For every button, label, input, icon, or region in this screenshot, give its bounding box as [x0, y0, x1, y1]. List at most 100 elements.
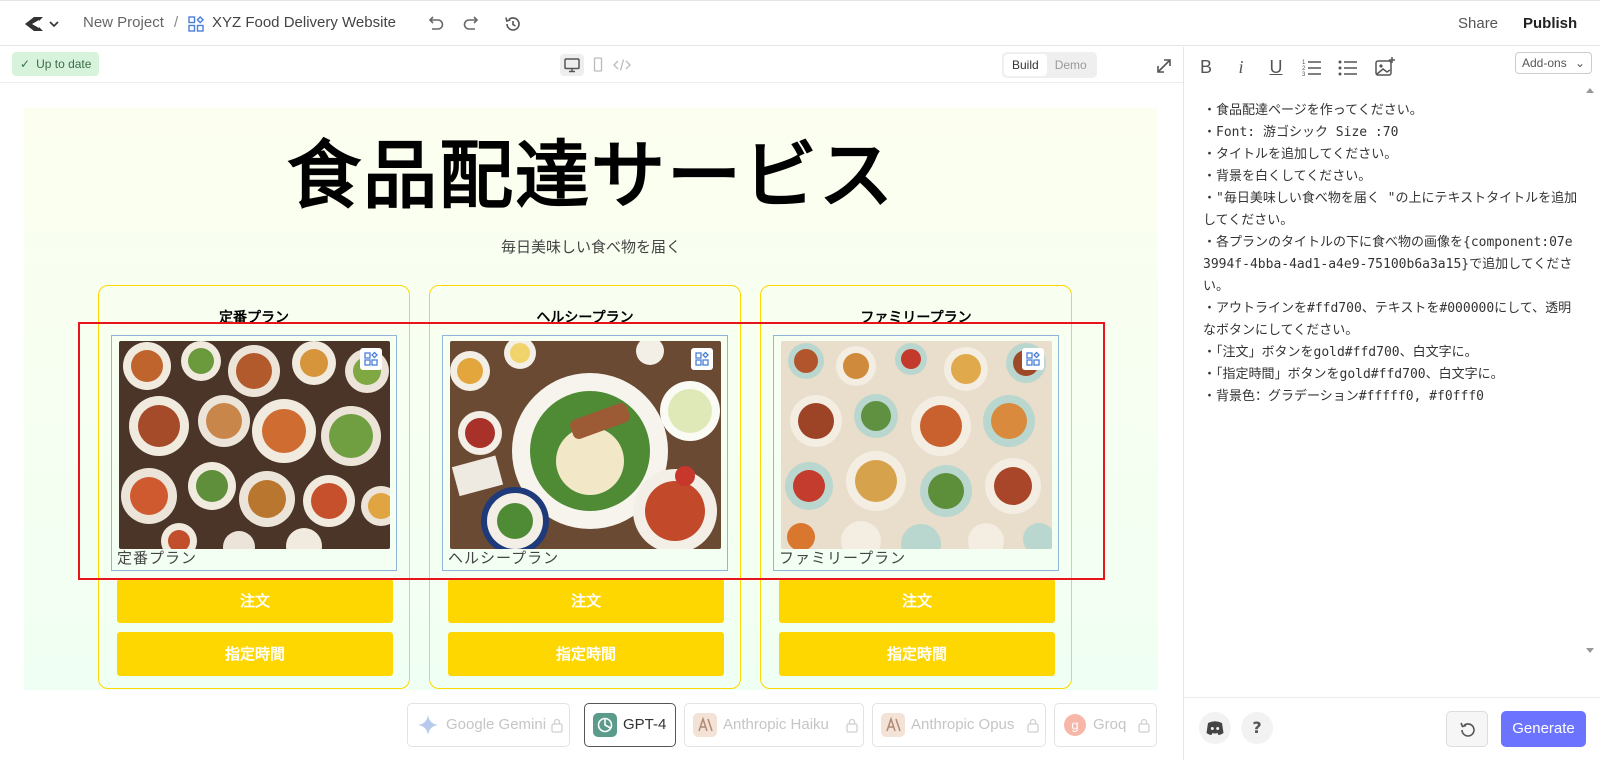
svg-text:g: g — [1071, 718, 1078, 733]
prompt-line: ・アウトラインを#ffd700、テキストを#000000にして、透明なボタンにし… — [1203, 301, 1572, 338]
prompt-line: ・タイトルを追加してください。 — [1203, 147, 1398, 162]
plan-card-family: ファミリープラン ファミリープラン 注文 指定時間 — [760, 285, 1072, 689]
component-grid-icon — [188, 16, 204, 32]
prompt-line: ・背景色：グラデーション#fffff0, #f0fff0 — [1203, 389, 1484, 404]
scroll-down-arrow[interactable] — [1586, 648, 1594, 653]
demo-tab[interactable]: Demo — [1047, 54, 1095, 76]
gemini-icon — [418, 715, 438, 735]
plan-card-healthy: ヘルシープラン ヘルシープラン 注文 指定時間 — [429, 285, 741, 689]
breadcrumb-site-name[interactable]: XYZ Food Delivery Website — [212, 14, 396, 31]
prompt-line: ・各プランのタイトルの下に食べ物の画像を{component:07e3994f-… — [1203, 235, 1573, 294]
app-logo-icon[interactable] — [23, 13, 61, 35]
mobile-view-icon[interactable] — [586, 54, 610, 76]
schedule-time-button[interactable]: 指定時間 — [448, 632, 724, 676]
component-edit-icon[interactable] — [691, 348, 713, 370]
schedule-time-button[interactable]: 指定時間 — [779, 632, 1055, 676]
publish-button[interactable]: Publish — [1523, 15, 1577, 32]
help-button[interactable]: ? — [1241, 712, 1273, 744]
page-subtitle: 毎日美味しい食べ物を届く — [500, 238, 681, 256]
bold-icon[interactable]: B — [1195, 56, 1217, 78]
schedule-time-button[interactable]: 指定時間 — [117, 632, 393, 676]
plan-card-standard: 定番プラン 定番プラン 注文 指定時間 — [98, 285, 410, 689]
check-icon: ✓ — [20, 57, 31, 71]
image-caption: 定番プラン — [117, 549, 198, 567]
model-chip-haiku[interactable]: Anthropic Haiku — [684, 703, 864, 747]
breadcrumb-project[interactable]: New Project — [83, 14, 164, 31]
model-label: GPT-4 — [623, 716, 667, 733]
discord-button[interactable] — [1199, 712, 1231, 744]
prompt-line: ・食品配達ページを作ってください。 — [1203, 103, 1423, 118]
prompt-line: ・"毎日美味しい食べ物を届く "の上にテキストタイトルを追加してください。 — [1203, 191, 1578, 228]
image-caption: ファミリープラン — [779, 549, 907, 567]
breadcrumb-separator: / — [174, 14, 179, 31]
panel-divider — [1183, 47, 1184, 760]
lock-icon — [1138, 718, 1150, 733]
chevron-down-icon: ⌄ — [1574, 56, 1585, 70]
model-chip-groq[interactable]: g Groq — [1054, 703, 1157, 747]
italic-icon[interactable]: i — [1230, 56, 1252, 78]
status-badge: ✓ Up to date — [12, 52, 100, 76]
prompt-line: ・「注文」ボタンをgold#ffd700、白文字に。 — [1203, 345, 1478, 360]
lock-icon — [846, 718, 858, 733]
model-label: Google Gemini — [446, 716, 547, 733]
order-button[interactable]: 注文 — [448, 579, 724, 623]
build-tab[interactable]: Build — [1004, 54, 1047, 76]
food-image — [119, 341, 390, 549]
model-label: Anthropic Haiku — [723, 716, 829, 733]
food-image — [450, 341, 721, 549]
plan-title: ヘルシープラン — [536, 310, 634, 326]
prompt-line: ・背景を白くしてください。 — [1203, 169, 1372, 184]
scroll-up-arrow[interactable] — [1586, 88, 1594, 93]
lock-icon — [551, 718, 563, 733]
anthropic-icon — [881, 713, 905, 737]
top-header: New Project / XYZ Food Delivery Website … — [0, 0, 1600, 46]
food-image — [781, 341, 1052, 549]
panel-footer-divider — [1184, 697, 1600, 698]
undo-icon[interactable] — [425, 14, 445, 34]
component-edit-icon[interactable] — [1022, 348, 1044, 370]
underline-icon[interactable]: U — [1265, 56, 1287, 78]
addons-label: Add-ons — [1522, 56, 1567, 70]
model-label: Groq — [1093, 716, 1127, 733]
anthropic-icon — [693, 713, 717, 737]
bullet-list-icon[interactable] — [1337, 56, 1359, 78]
build-demo-toggle: Build Demo — [1002, 52, 1097, 78]
model-chip-gpt4[interactable]: GPT-4 — [584, 703, 676, 747]
plan-title: ファミリープラン — [860, 310, 972, 326]
model-chip-opus[interactable]: Anthropic Opus — [872, 703, 1046, 747]
prompt-line: ・「指定時間」ボタンをgold#ffd700、白文字に。 — [1203, 367, 1504, 382]
expand-icon[interactable] — [1155, 57, 1173, 75]
status-label: Up to date — [36, 57, 92, 71]
reset-button[interactable] — [1446, 711, 1488, 747]
food-image-component[interactable]: ファミリープラン — [773, 335, 1059, 571]
addons-dropdown[interactable]: Add-ons ⌄ — [1515, 52, 1592, 74]
food-image-component[interactable]: 定番プラン — [111, 335, 397, 571]
image-caption: ヘルシープラン — [448, 549, 560, 567]
model-chip-gemini[interactable]: Google Gemini — [407, 703, 570, 747]
website-preview: 食品配達サービス 毎日美味しい食べ物を届く 定番プラン 定番プラン 注文 指定時… — [24, 108, 1158, 690]
model-label: Anthropic Opus — [911, 716, 1015, 733]
generate-button[interactable]: Generate — [1501, 711, 1586, 747]
insert-image-icon[interactable] — [1374, 56, 1396, 78]
groq-icon: g — [1064, 714, 1086, 736]
prompt-editor[interactable]: ・食品配達ページを作ってください。 ・Font: 游ゴシック Size :70 … — [1203, 100, 1578, 408]
page-title: 食品配達サービス — [287, 133, 895, 219]
desktop-view-icon[interactable] — [560, 54, 584, 76]
prompt-line: ・Font: 游ゴシック Size :70 — [1203, 125, 1399, 140]
reset-icon — [1460, 722, 1475, 737]
share-button[interactable]: Share — [1458, 15, 1498, 32]
numbered-list-icon[interactable]: 1 2 3 — [1301, 56, 1323, 78]
openai-icon — [593, 713, 617, 737]
discord-icon — [1206, 721, 1224, 735]
order-button[interactable]: 注文 — [117, 579, 393, 623]
svg-text:3: 3 — [1302, 72, 1306, 78]
history-icon[interactable] — [503, 14, 523, 34]
plan-title: 定番プラン — [219, 310, 289, 326]
canvas-toolbar: ✓ Up to date Build Demo — [0, 47, 1183, 83]
component-edit-icon[interactable] — [360, 348, 382, 370]
code-view-icon[interactable] — [610, 54, 634, 76]
redo-icon[interactable] — [462, 14, 482, 34]
order-button[interactable]: 注文 — [779, 579, 1055, 623]
lock-icon — [1027, 718, 1039, 733]
food-image-component[interactable]: ヘルシープラン — [442, 335, 728, 571]
